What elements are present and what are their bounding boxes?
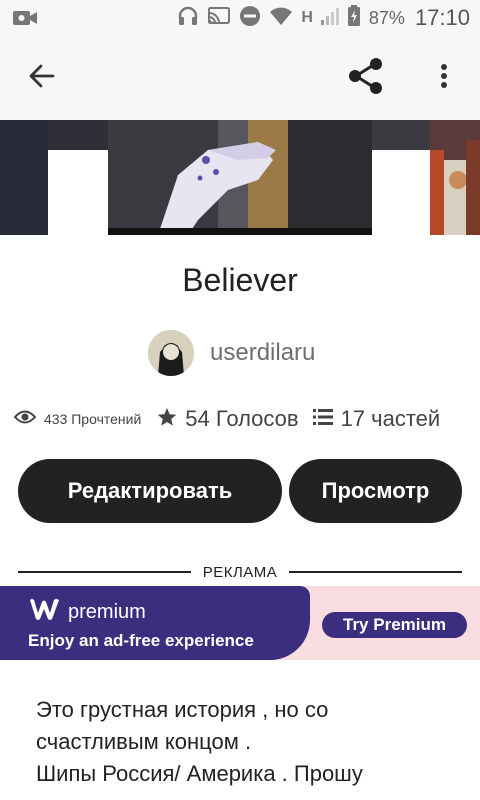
eye-icon	[13, 409, 37, 430]
description-line: Шипы Россия/ Америка . Прошу	[36, 761, 363, 786]
try-premium-button[interactable]: Try Premium	[322, 612, 467, 638]
divider	[18, 571, 191, 573]
description-line: счастливым концом .	[36, 729, 252, 754]
back-button[interactable]	[22, 58, 62, 98]
cover-image[interactable]	[108, 120, 372, 235]
clock: 17:10	[414, 5, 470, 30]
cover-left-preview[interactable]	[0, 120, 48, 235]
app-bar	[0, 36, 480, 120]
cast-icon	[207, 5, 231, 32]
more-options-button[interactable]	[424, 58, 464, 98]
cover-right-preview[interactable]	[430, 120, 480, 235]
battery-percent: 87%	[368, 7, 405, 28]
votes-count: 54 Голосов	[185, 406, 299, 431]
cover-left-preview-2	[48, 120, 108, 150]
signal-icon	[320, 6, 339, 31]
story-description: Это грустная история , но со счастливым …	[36, 694, 456, 790]
reads-stat: 433 Прочтений	[13, 409, 142, 430]
view-button[interactable]: Просмотр	[289, 459, 462, 523]
reads-count: 433 Прочтений	[44, 411, 142, 427]
more-vert-icon	[440, 63, 448, 94]
parts-count: 17 частей	[340, 406, 441, 431]
description-line: Это грустная история , но со	[36, 697, 329, 722]
author-row[interactable]: userdilaru	[148, 330, 315, 376]
wattpad-logo-icon	[28, 596, 62, 628]
ad-label-row: РЕКЛАМА	[18, 560, 463, 584]
divider	[289, 571, 463, 573]
story-stats: 433 Прочтений 54 Голосов 17 частей	[13, 402, 474, 436]
do-not-disturb-icon	[239, 5, 261, 32]
votes-stat: 54 Голосов	[157, 406, 299, 432]
status-bar: H 87% 17:10	[0, 0, 480, 36]
ad-tagline: Enjoy an ad-free experience	[28, 631, 254, 650]
list-icon	[312, 408, 333, 431]
ad-label: РЕКЛАМА	[202, 563, 278, 581]
network-type-label: H	[301, 9, 313, 26]
story-title: Believer	[182, 262, 298, 298]
ad-brand-text: premium	[68, 600, 146, 623]
parts-stat: 17 частей	[312, 406, 441, 432]
cover-right-preview-2	[372, 120, 430, 150]
share-icon	[347, 57, 385, 100]
wifi-icon	[269, 6, 293, 31]
edit-button[interactable]: Редактировать	[18, 459, 282, 523]
cover-carousel[interactable]	[0, 120, 480, 235]
ad-brand: premium	[28, 596, 146, 628]
arrow-left-icon	[28, 62, 56, 95]
headphones-icon	[177, 5, 199, 32]
avatar[interactable]	[148, 330, 194, 376]
battery-icon	[347, 4, 361, 32]
camera-notification-icon	[12, 8, 38, 33]
star-icon	[157, 407, 177, 432]
author-name[interactable]: userdilaru	[210, 339, 315, 367]
share-button[interactable]	[346, 57, 386, 100]
